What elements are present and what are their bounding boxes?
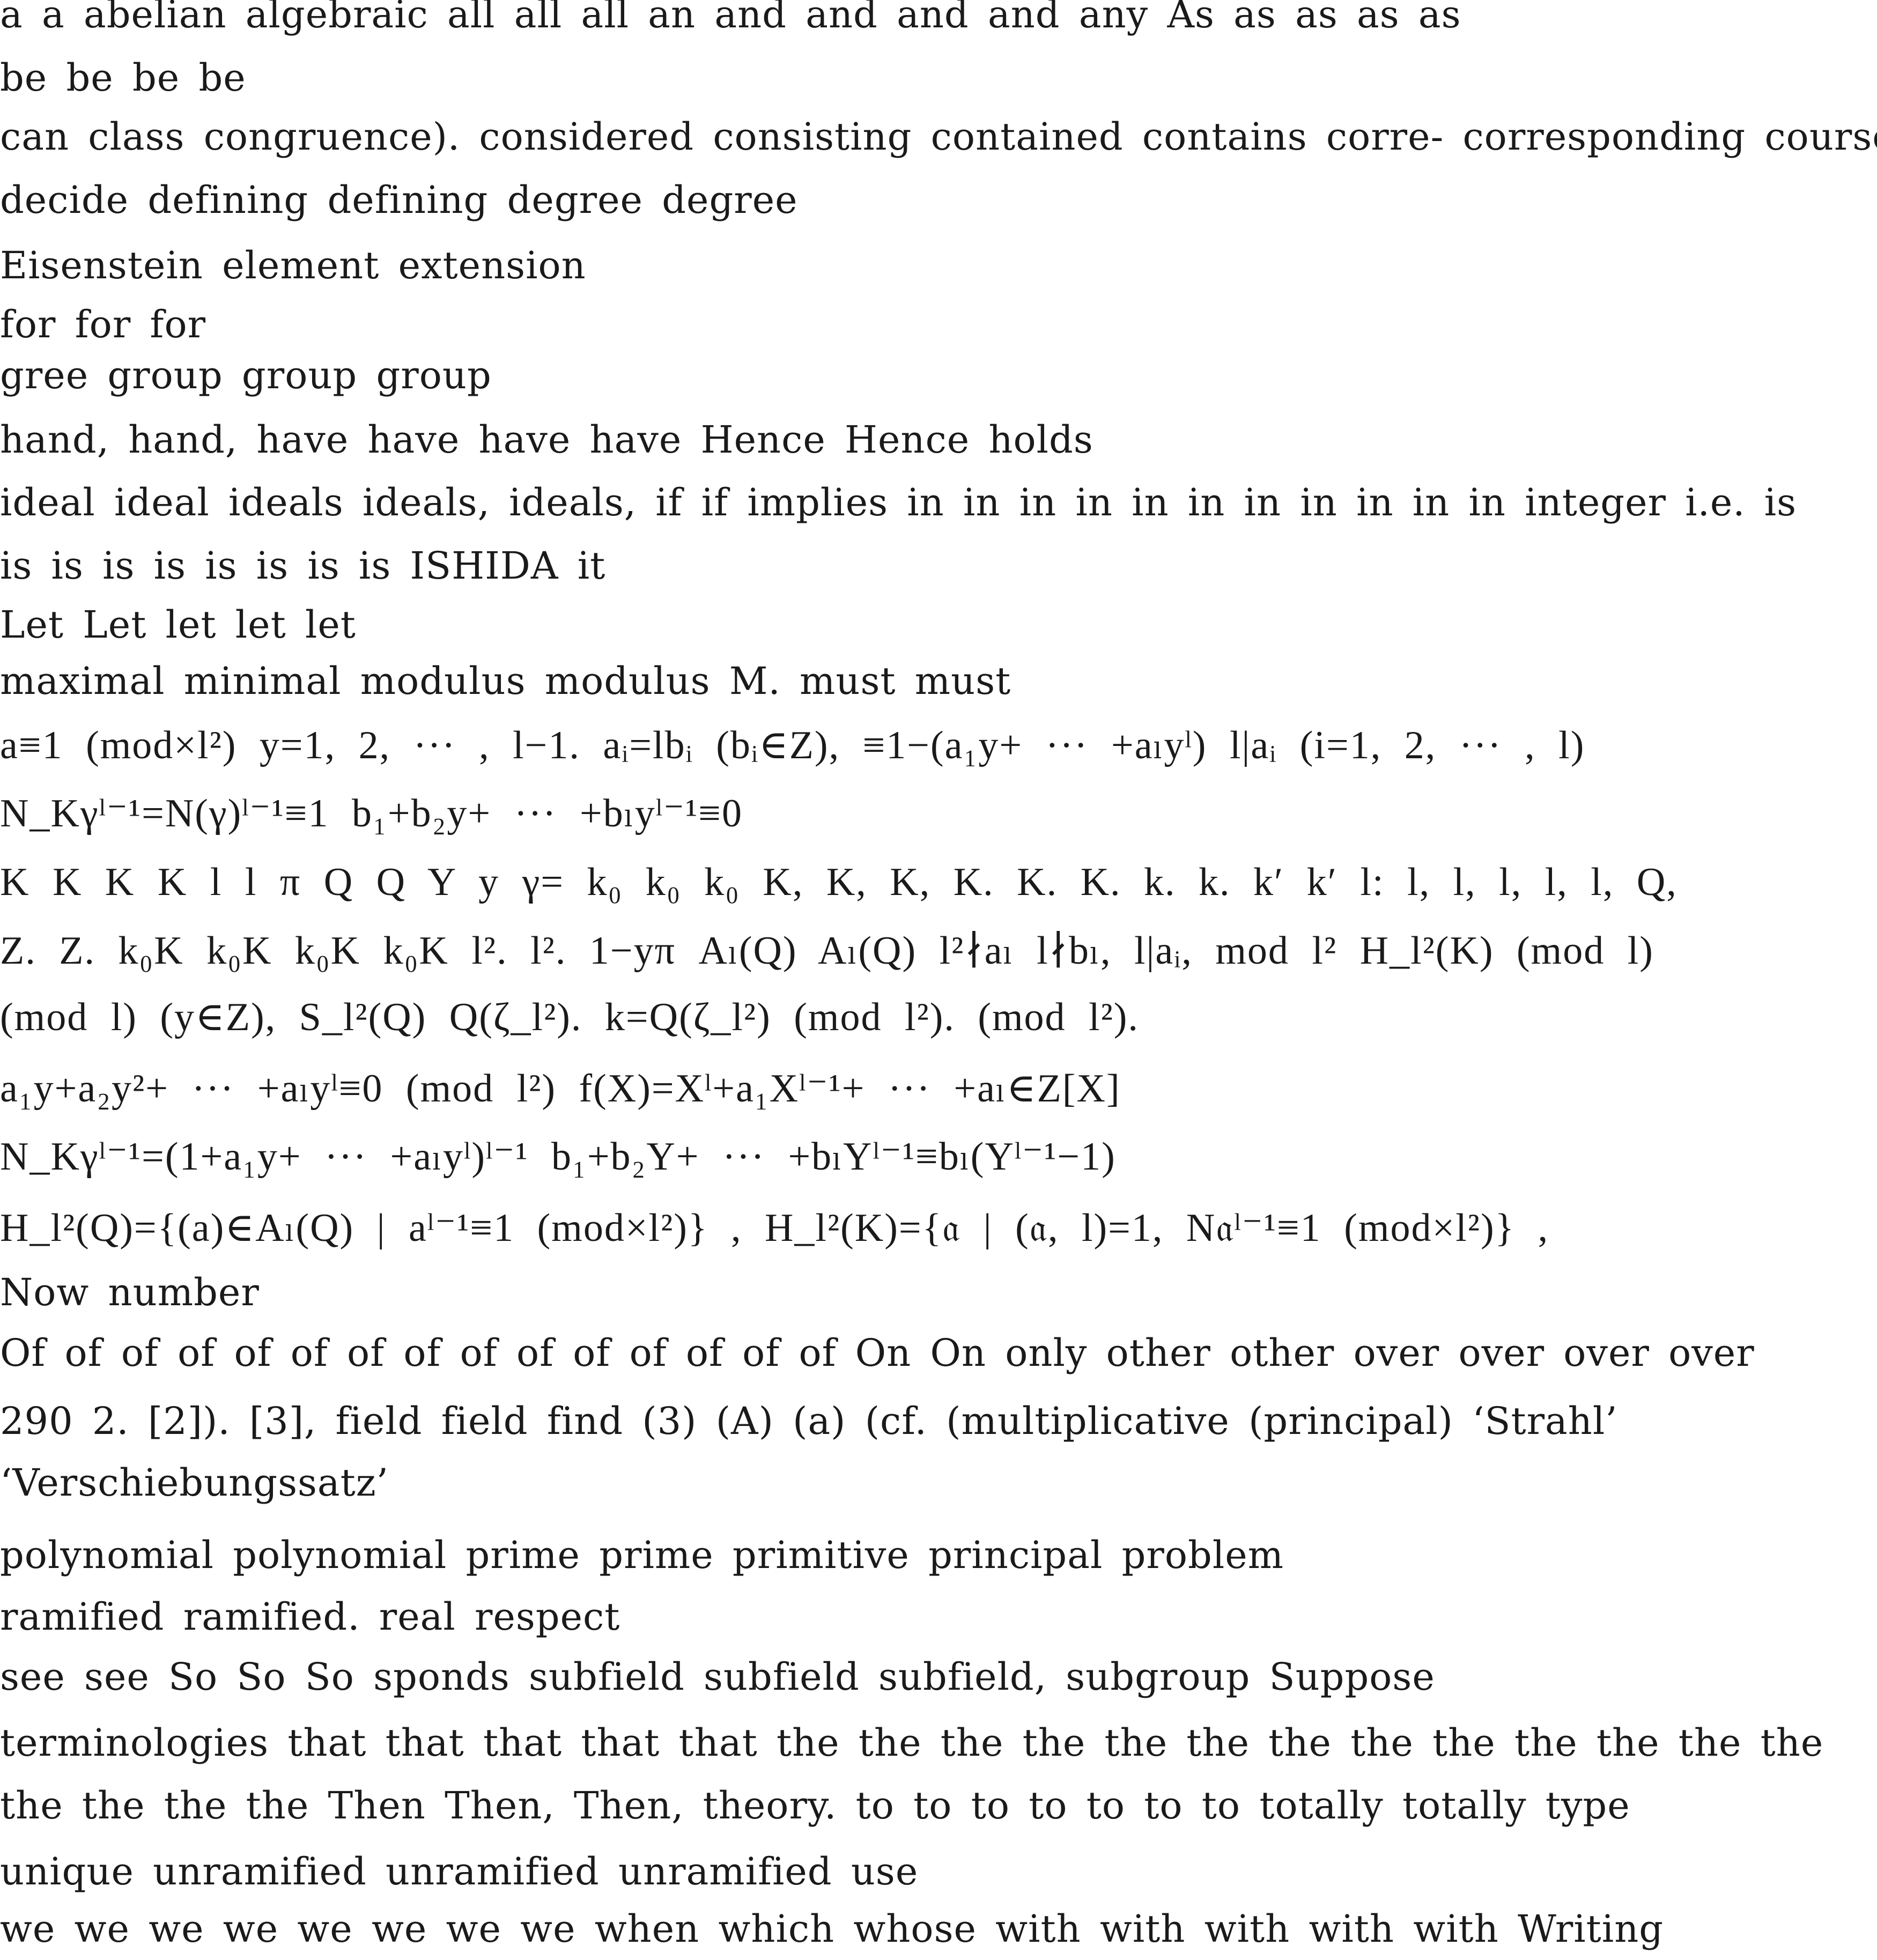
- text-line-16: ‘Verschiebungssatz’: [0, 1461, 389, 1505]
- text-line-14: Of of of of of of of of of of of of of o…: [0, 1331, 1755, 1375]
- formula-line-2: N_Kγˡ⁻¹=N(γ)ˡ⁻¹≡1 b₁+b₂y+ ··· +bₗyˡ⁻¹≡0: [0, 792, 743, 835]
- formula-line-7: N_Kγˡ⁻¹=(1+a₁y+ ··· +aₗyˡ)ˡ⁻¹ b₁+b₂Y+ ··…: [0, 1135, 1116, 1179]
- text-line-1: a a abelian algebraic all all all an and…: [0, 0, 1461, 36]
- formula-line-1: a≡1 (mod×l²) y=1, 2, ··· , l−1. aᵢ=lbᵢ (…: [0, 723, 1585, 767]
- text-line-7: gree group group group: [0, 353, 492, 397]
- formula-line-3: K K K K l l π Q Q Y y γ= k₀ k₀ k₀ K, K, …: [0, 860, 1678, 904]
- text-line-19: see see So So So sponds subfield subfiel…: [0, 1655, 1435, 1699]
- text-line-20: terminologies that that that that that t…: [0, 1721, 1824, 1765]
- text-line-9: ideal ideal ideals ideals, ideals, if if…: [0, 480, 1797, 524]
- text-line-12: maximal minimal modulus modulus M. must …: [0, 659, 1011, 703]
- text-line-18: ramified ramified. real respect: [0, 1595, 620, 1639]
- text-line-17: polynomial polynomial prime prime primit…: [0, 1533, 1284, 1577]
- text-line-22: unique unramified unramified unramified …: [0, 1850, 919, 1894]
- formula-line-6: a₁y+a₂y²+ ··· +aₗyˡ≡0 (mod l²) f(X)=Xˡ+a…: [0, 1067, 1121, 1111]
- text-line-15: 290 2. [2]). [3], field field find (3) (…: [0, 1399, 1618, 1443]
- text-line-11: Let Let let let let: [0, 603, 356, 647]
- formula-line-8: H_l²(Q)={(a)∈Aₗ(Q) | aˡ⁻¹≡1 (mod×l²)} , …: [0, 1206, 1549, 1250]
- formula-line-4: Z. Z. k₀K k₀K k₀K k₀K l². l². 1−yπ Aₗ(Q)…: [0, 929, 1654, 973]
- text-line-10: is is is is is is is is ISHIDA it: [0, 544, 606, 588]
- text-line-8: hand, hand, have have have have Hence He…: [0, 418, 1093, 462]
- text-line-21: the the the the Then Then, Then, theory.…: [0, 1784, 1630, 1828]
- text-line-4: decide defining defining degree degree: [0, 178, 798, 222]
- text-line-5: Eisenstein element extension: [0, 243, 586, 287]
- text-line-3: can class congruence). considered consis…: [0, 115, 1877, 159]
- text-line-2: be be be be: [0, 56, 246, 100]
- page: a a abelian algebraic all all all an and…: [0, 0, 1877, 1960]
- text-line-13: Now number: [0, 1270, 260, 1314]
- text-line-23: we we we we we we we we when which whose…: [0, 1907, 1664, 1951]
- formula-line-5: (mod l) (y∈Z), S_l²(Q) Q(ζ_l²). k=Q(ζ_l²…: [0, 995, 1139, 1039]
- text-line-6: for for for: [0, 302, 206, 346]
